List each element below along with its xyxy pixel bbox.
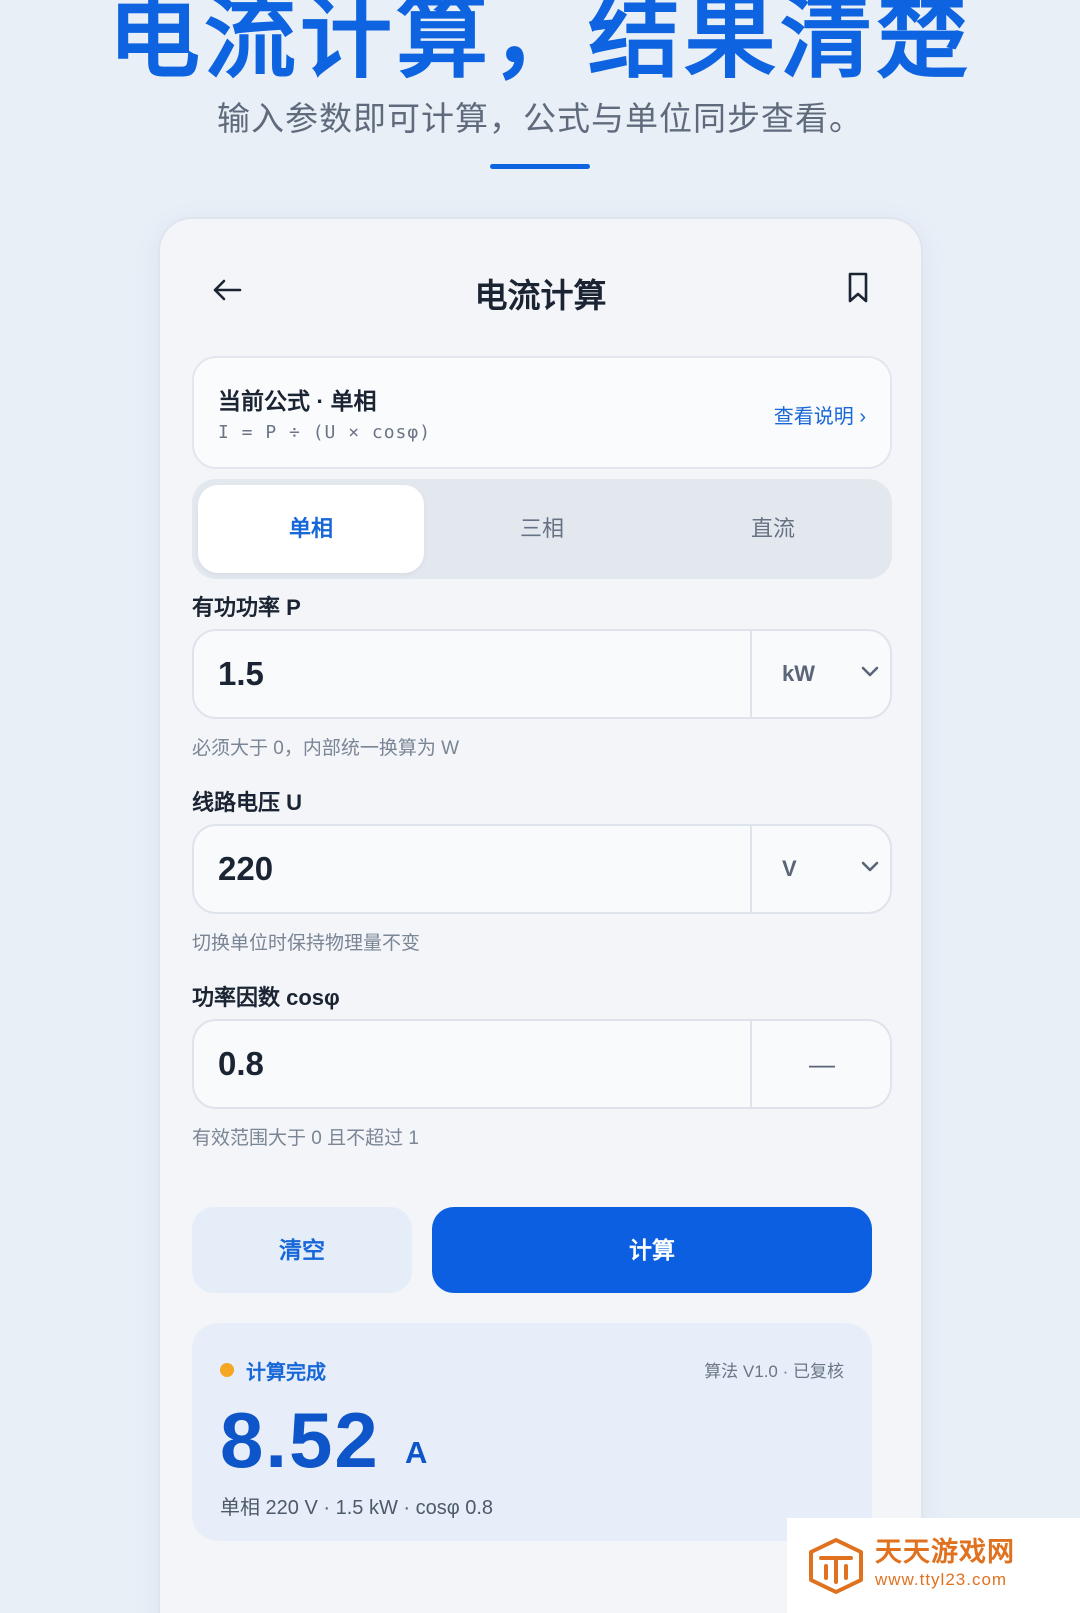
formula-expression: I = P ÷ (U × cosφ) — [218, 422, 432, 443]
tab-dc[interactable]: 直流 — [660, 485, 886, 573]
view-explanation-link[interactable]: 查看说明 › — [774, 400, 866, 429]
power-label: 有功功率 P — [192, 595, 301, 620]
voltage-hint: 切换单位时保持物理量不变 — [192, 933, 421, 954]
power-value[interactable]: 1.5 — [218, 631, 264, 717]
tab-single-phase[interactable]: 单相 — [198, 485, 424, 573]
status-text: 计算完成 — [246, 1362, 326, 1384]
bookmark-icon[interactable] — [845, 271, 871, 305]
voltage-label: 线路电压 U — [192, 790, 303, 815]
hero-title: 电流计算，结果清楚 — [107, 0, 972, 89]
result-detail: 单相 220 V · 1.5 kW · cosφ 0.8 — [220, 1497, 494, 1519]
power-factor-value[interactable]: 0.8 — [218, 1021, 264, 1107]
watermark-url: www.ttyl23.com — [875, 1570, 1008, 1589]
voltage-input[interactable]: 220 V — [192, 824, 892, 914]
power-factor-input[interactable]: 0.8 — — [192, 1019, 892, 1109]
formula-title: 当前公式 · 单相 — [218, 388, 377, 414]
page: 电流计算，结果清楚 输入参数即可计算，公式与单位同步查看。 电流计算 当前公式 … — [0, 0, 1080, 1613]
calculate-button[interactable]: 计算 — [432, 1207, 872, 1293]
calculator-card: 电流计算 当前公式 · 单相 I = P ÷ (U × cosφ) 查看说明 ›… — [158, 217, 923, 1613]
result-value: 8.52 — [220, 1396, 380, 1484]
top-bar: 电流计算 — [160, 259, 921, 319]
chevron-down-icon — [861, 666, 879, 677]
result-unit: A — [405, 1435, 428, 1470]
watermark-logo-icon — [809, 1538, 863, 1594]
tab-three-phase[interactable]: 三相 — [429, 485, 655, 573]
power-factor-hint: 有效范围大于 0 且不超过 1 — [192, 1128, 419, 1149]
power-factor-unit-value: — — [809, 1049, 835, 1079]
power-factor-label: 功率因数 cosφ — [192, 985, 340, 1010]
formula-panel: 当前公式 · 单相 I = P ÷ (U × cosφ) 查看说明 › — [192, 356, 892, 469]
status-dot-icon — [220, 1363, 234, 1377]
voltage-value[interactable]: 220 — [218, 826, 273, 912]
page-title: 电流计算 — [474, 277, 607, 314]
power-unit-value: kW — [782, 661, 815, 686]
chevron-down-icon — [861, 861, 879, 872]
clear-button[interactable]: 清空 — [192, 1207, 412, 1293]
result-panel: 计算完成 算法 V1.0 · 已复核 8.52 A 单相 220 V · 1.5… — [192, 1323, 872, 1541]
power-hint: 必须大于 0，内部统一换算为 W — [192, 738, 460, 759]
power-unit-select[interactable]: kW — [750, 631, 890, 717]
watermark-name: 天天游戏网 — [875, 1537, 1015, 1567]
power-input[interactable]: 1.5 kW — [192, 629, 892, 719]
watermark: 天天游戏网 www.ttyl23.com — [787, 1518, 1080, 1613]
voltage-unit-value: V — [782, 856, 797, 881]
phase-tabs: 单相 三相 直流 — [192, 479, 892, 579]
hero-divider — [490, 164, 590, 169]
voltage-unit-select[interactable]: V — [750, 826, 890, 912]
hero-subtitle: 输入参数即可计算，公式与单位同步查看。 — [217, 100, 863, 137]
algorithm-meta: 算法 V1.0 · 已复核 — [704, 1362, 844, 1381]
power-factor-unit: — — [750, 1021, 890, 1107]
